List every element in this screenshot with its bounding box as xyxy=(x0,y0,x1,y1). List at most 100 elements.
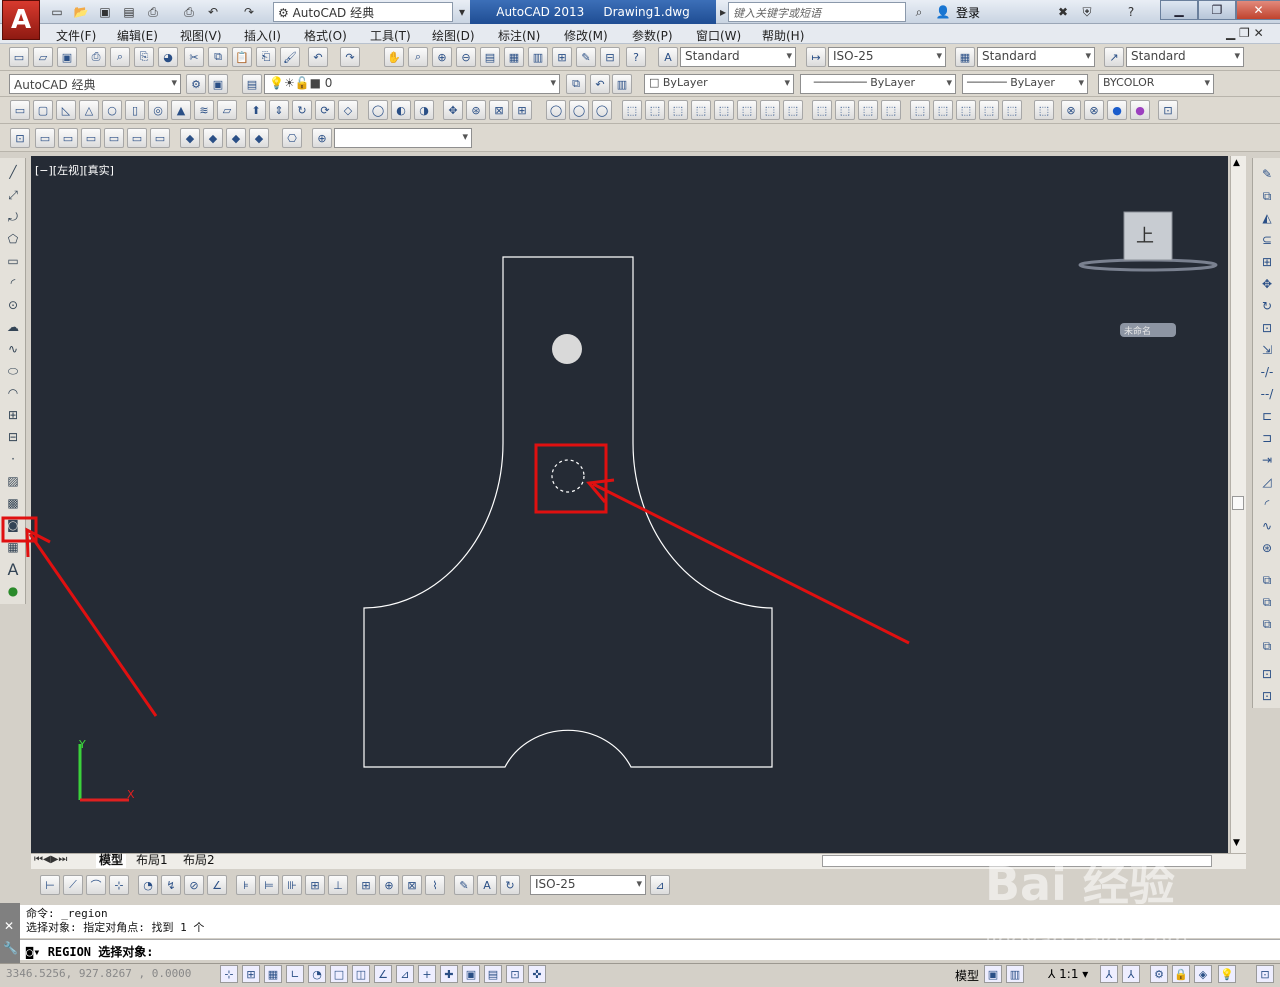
torus-icon[interactable]: ◎ xyxy=(148,100,168,120)
command-customize-icon[interactable]: 🔧 xyxy=(3,941,18,955)
break-at-point-icon[interactable]: ⊏ xyxy=(1257,406,1277,426)
tab-nav-icons[interactable]: ⏮◀▶⏭ xyxy=(34,854,67,865)
tolerance-icon[interactable]: ⊞ xyxy=(356,875,376,895)
new-icon[interactable]: ▭ xyxy=(9,47,29,67)
visual-styles-manager-icon[interactable]: ⊡ xyxy=(1158,100,1178,120)
blend-icon[interactable]: ∿ xyxy=(1257,516,1277,536)
toolbar-lock-icon[interactable]: 🔒 xyxy=(1172,965,1190,983)
linear-dim-icon[interactable]: ⊢ xyxy=(40,875,60,895)
workspace-switch-combo[interactable]: ⚙ AutoCAD 经典 xyxy=(273,2,453,22)
ellipse-icon[interactable]: ⬭ xyxy=(3,361,23,381)
union-icon[interactable]: ◯ xyxy=(368,100,388,120)
properties-icon[interactable]: ▤ xyxy=(480,47,500,67)
camera-icon[interactable]: ⎔ xyxy=(282,128,302,148)
text-front-icon[interactable]: ⊡ xyxy=(1257,664,1277,684)
copy-edges-icon[interactable]: ⬚ xyxy=(812,100,832,120)
arc-length-icon[interactable]: ⌒ xyxy=(86,875,106,895)
command-window-handle[interactable]: ✕ 🔧 xyxy=(0,903,20,963)
cone-icon[interactable]: △ xyxy=(79,100,99,120)
explode-icon[interactable]: ⊛ xyxy=(1257,538,1277,558)
slice-icon[interactable]: ⬚ xyxy=(979,100,999,120)
application-menu-button[interactable]: A xyxy=(2,0,40,40)
dim-style-manager-icon[interactable]: ⊿ xyxy=(650,875,670,895)
quick-view-drawings-icon[interactable]: ▥ xyxy=(1006,965,1024,983)
copy-object-icon[interactable]: ⧉ xyxy=(1257,186,1277,206)
center-mark-icon[interactable]: ⊕ xyxy=(379,875,399,895)
ordinate-icon[interactable]: ⊹ xyxy=(109,875,129,895)
ucs-icon[interactable]: ⊕ xyxy=(312,128,332,148)
draworder-back-icon[interactable]: ⧉ xyxy=(1257,592,1277,612)
cylinder-icon[interactable]: ▯ xyxy=(125,100,145,120)
wedge-icon[interactable]: ◺ xyxy=(56,100,76,120)
object-snap-tracking-icon[interactable]: ∠ xyxy=(374,965,392,983)
user-icon[interactable]: 👤 xyxy=(934,3,952,21)
publish-toolbar-icon[interactable]: ⎘ xyxy=(134,47,154,67)
tool-palettes-icon[interactable]: ▥ xyxy=(528,47,548,67)
workspace-save-icon[interactable]: ▣ xyxy=(208,74,228,94)
offset-faces-icon[interactable]: ⬚ xyxy=(668,100,688,120)
plot-preview-icon[interactable]: ⌕ xyxy=(110,47,130,67)
cut-icon[interactable]: ✂ xyxy=(184,47,204,67)
jogged-linear-icon[interactable]: ⌇ xyxy=(425,875,445,895)
taper-faces-icon[interactable]: ⬚ xyxy=(737,100,757,120)
close-button[interactable]: ✕ xyxy=(1236,0,1280,20)
color-faces-icon[interactable]: ⬚ xyxy=(783,100,803,120)
intersect-icon[interactable]: ◑ xyxy=(414,100,434,120)
plot-icon[interactable]: ⎙ xyxy=(180,3,198,21)
pyramid-icon[interactable]: ▲ xyxy=(171,100,191,120)
search-input[interactable]: 键入关键字或短语 xyxy=(728,2,906,22)
polygon-icon[interactable]: ⬠ xyxy=(3,229,23,249)
redo-toolbar-icon[interactable]: ↷ xyxy=(340,47,360,67)
line-icon[interactable]: ╱ xyxy=(3,162,23,182)
exchange-icon[interactable]: ✖ xyxy=(1054,3,1072,21)
make-current-layer-icon[interactable]: ⧉ xyxy=(566,74,586,94)
wireframe-icon[interactable]: ⊗ xyxy=(1061,100,1081,120)
undo-icon[interactable]: ↶ xyxy=(204,3,222,21)
clean-screen-icon[interactable]: ⊡ xyxy=(1256,965,1274,983)
ellipse-arc-icon[interactable]: ◠ xyxy=(3,383,23,403)
workspace-combo[interactable]: AutoCAD 经典 xyxy=(9,74,181,94)
dashed-circle[interactable] xyxy=(551,459,585,493)
move-faces-icon[interactable]: ⬚ xyxy=(645,100,665,120)
draworder-under-icon[interactable]: ⧉ xyxy=(1257,636,1277,656)
open-icon[interactable]: ▱ xyxy=(33,47,53,67)
nw-iso-icon[interactable]: ◆ xyxy=(249,128,269,148)
quick-dim-icon[interactable]: ⊧ xyxy=(236,875,256,895)
hardware-acceleration-icon[interactable]: ◈ xyxy=(1194,965,1212,983)
login-link[interactable]: 登录 xyxy=(956,4,980,21)
new-file-icon[interactable]: ▭ xyxy=(48,3,66,21)
menu-help[interactable]: 帮助(H) xyxy=(762,27,804,44)
save-icon[interactable]: ▣ xyxy=(96,3,114,21)
3d-align-icon[interactable]: ⊠ xyxy=(489,100,509,120)
sweep-icon[interactable]: ↻ xyxy=(292,100,312,120)
table-style-combo[interactable]: Standard xyxy=(977,47,1095,67)
tab-layout2[interactable]: 布局2 xyxy=(183,854,215,868)
erase-icon[interactable]: ✎ xyxy=(1257,164,1277,184)
hatch-icon[interactable]: ▨ xyxy=(3,471,23,491)
array-icon[interactable]: ⊞ xyxy=(1257,252,1277,272)
scroll-down-icon[interactable]: ▼ xyxy=(1233,838,1240,848)
annotation-scale[interactable]: ⅄ 1:1 ▾ xyxy=(1048,967,1088,981)
menu-dimension[interactable]: 标注(N) xyxy=(498,27,540,44)
dim-update-icon[interactable]: ↻ xyxy=(500,875,520,895)
lineweight-display-icon[interactable]: ✚ xyxy=(440,965,458,983)
color-edges-icon[interactable]: ⬚ xyxy=(835,100,855,120)
extend-icon[interactable]: --/ xyxy=(1257,384,1277,404)
3d-print-icon[interactable]: ◕ xyxy=(158,47,178,67)
help-toolbar-icon[interactable]: ? xyxy=(626,47,646,67)
dim-space-icon[interactable]: ⊞ xyxy=(305,875,325,895)
coordinate-readout[interactable]: 3346.5256, 927.8267 , 0.0000 xyxy=(6,967,191,980)
draworder-front-icon[interactable]: ⧉ xyxy=(1257,570,1277,590)
menu-parametric[interactable]: 参数(P) xyxy=(632,27,673,44)
baseline-icon[interactable]: ⊨ xyxy=(259,875,279,895)
stretch-icon[interactable]: ⇲ xyxy=(1257,340,1277,360)
jogged-icon[interactable]: ↯ xyxy=(161,875,181,895)
rotate-faces-icon[interactable]: ⬚ xyxy=(714,100,734,120)
realistic-icon[interactable]: ● xyxy=(1107,100,1127,120)
menu-edit[interactable]: 编辑(E) xyxy=(117,27,158,44)
undo-toolbar-icon[interactable]: ↶ xyxy=(308,47,328,67)
thicken-icon[interactable]: ⬚ xyxy=(1002,100,1022,120)
menu-insert[interactable]: 插入(I) xyxy=(244,27,281,44)
dim-style-combo[interactable]: ISO-25 xyxy=(828,47,946,67)
wcs-label[interactable]: 未命名 xyxy=(1124,324,1151,337)
